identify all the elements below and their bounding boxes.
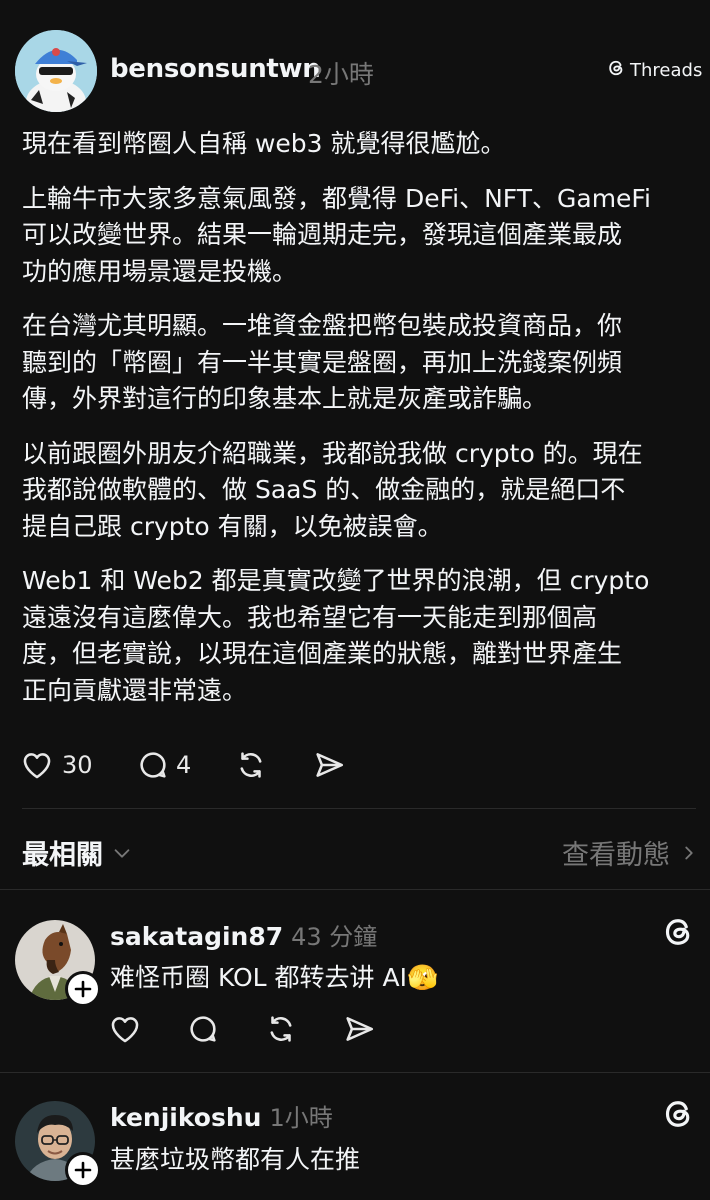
post-line: 功的應用場景還是投機。 [22,256,298,286]
comment-icon [136,748,170,782]
sort-dropdown[interactable]: 最相關 [22,833,133,872]
post-line: 上輪牛市大家多意氣風發，都覺得 DeFi、NFT、GameFi [22,183,651,213]
repost-icon [234,748,268,782]
chevron-right-icon [680,842,698,864]
repost-button[interactable] [234,748,312,782]
post-line: 以前跟圈外朋友介紹職業，我都說我做 crypto 的。現在 [22,438,643,468]
post-line: 我都說做軟體的、做 SaaS 的、做金融的，就是絕口不 [22,475,626,504]
post-line: Web1 和 Web2 都是真實改變了世界的浪潮，但 crypto [22,566,650,595]
post-line: 正向貢獻還非常遠。 [22,675,248,705]
post-body: 現在看到幣圈人自稱 web3 就覺得很尷尬。上輪牛市大家多意氣風發，都覺得 De… [22,126,694,727]
post-line: 提自己跟 crypto 有關，以免被誤會。 [22,511,443,541]
post-line: 度，但老實說，以現在這個產業的狀態，離對世界產生 [22,639,623,668]
like-count: 30 [62,751,93,779]
author-avatar[interactable] [15,30,97,112]
post-line: 聽到的「幣圈」有一半其實是盤圈，再加上洗錢案例頻 [22,347,623,377]
reply-threads-icon[interactable] [660,1096,696,1136]
follow-plus-button[interactable] [65,971,101,1007]
post-line: 在台灣尤其明顯。一堆資金盤把幣包裝成投資商品，你 [22,311,623,340]
share-button[interactable] [312,748,346,782]
comment-icon[interactable] [186,1012,220,1046]
threads-label: Threads [630,60,703,81]
repost-icon[interactable] [264,1012,298,1046]
post-actions: 30 4 [20,748,346,782]
post-line: 遠遠沒有這麼偉大。我也希望它有一天能走到那個高 [22,602,598,632]
share-icon[interactable] [342,1012,376,1046]
view-activity-link[interactable]: 查看動態 [562,833,698,872]
heart-icon[interactable] [108,1012,142,1046]
reply-header: kenjikoshu 1小時 [110,1098,333,1133]
reply-timestamp: 1小時 [269,1104,333,1132]
post-paragraph: Web1 和 Web2 都是真實改變了世界的浪潮，但 crypto 遠遠沒有這麼偉… [22,563,694,709]
sort-label: 最相關 [22,840,103,871]
plus-icon [74,1161,92,1179]
replies-divider [0,889,710,890]
like-button[interactable]: 30 [20,748,136,782]
share-icon [312,748,346,782]
reply-timestamp: 43 分鐘 [291,923,378,951]
post-paragraph: 在台灣尤其明顯。一堆資金盤把幣包裝成投資商品，你 聽到的「幣圈」有一半其實是盤圈，… [22,308,694,418]
post-line: 可以改變世界。結果一輪週期走完，發現這個產業最成 [22,220,623,249]
reply-text: 难怪币圈 KOL 都转去讲 AI🫣 [110,958,438,994]
post-line: 現在看到幣圈人自稱 web3 就覺得很尷尬。 [22,129,506,158]
post-paragraph: 以前跟圈外朋友介紹職業，我都說我做 crypto 的。現在 我都說做軟體的、做 S… [22,436,694,546]
follow-plus-button[interactable] [65,1152,101,1188]
comment-count: 4 [176,751,192,779]
plus-icon [74,980,92,998]
post-paragraph: 現在看到幣圈人自稱 web3 就覺得很尷尬。 [22,126,694,163]
reply-username[interactable]: sakatagin87 [110,922,283,951]
reply-divider [0,1072,710,1073]
threads-badge[interactable]: Threads [606,58,702,83]
chevron-down-icon [111,842,133,864]
author-username[interactable]: bensonsuntwn [110,54,321,84]
post-divider [22,808,696,809]
threads-logo-icon [606,58,626,83]
heart-icon [20,748,54,782]
reply-threads-icon[interactable] [660,914,696,954]
comment-button[interactable]: 4 [136,748,234,782]
post-line: 傳，外界對這行的印象基本上就是灰產或詐騙。 [22,384,548,413]
reply-username[interactable]: kenjikoshu [110,1103,261,1132]
reply-header: sakatagin87 43 分鐘 [110,917,377,952]
reply-actions [108,1012,376,1046]
reply-emoji: 🫣 [406,963,439,992]
reply-text: 甚麼垃圾幣都有人在推 [110,1145,361,1174]
reply-text-content: 难怪币圈 KOL 都转去讲 AI [110,963,407,992]
post-paragraph: 上輪牛市大家多意氣風發，都覺得 DeFi、NFT、GameFi 可以改變世界。結果… [22,181,694,291]
view-activity-label: 查看動態 [562,840,670,871]
post-timestamp: 2小時 [308,60,374,89]
